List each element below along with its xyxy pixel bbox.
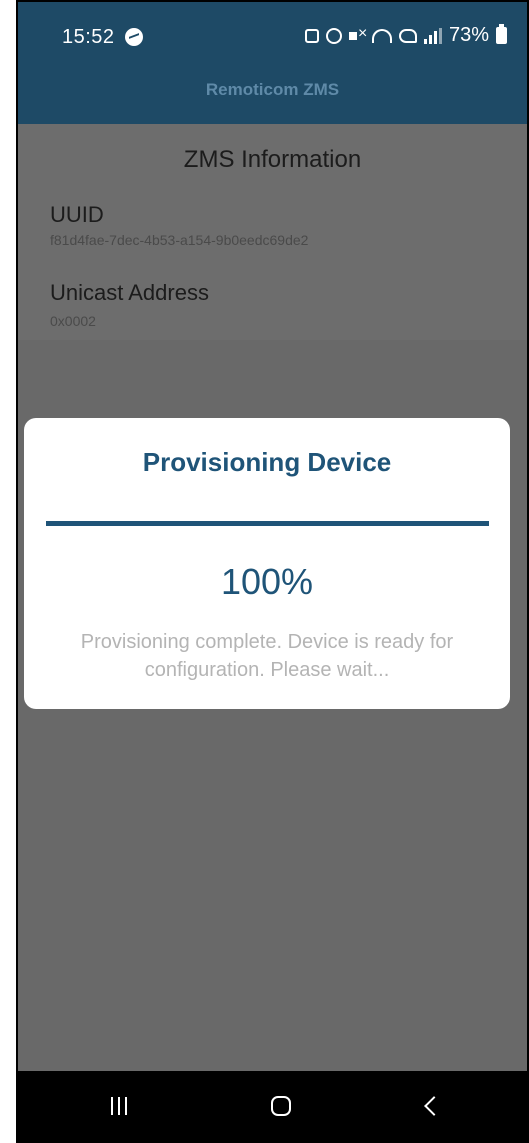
provisioning-dialog: Provisioning Device 100% Provisioning co… [24, 418, 510, 709]
status-icons: 73% [304, 24, 507, 47]
battery-percent: 73% [448, 24, 489, 46]
lock-icon [304, 28, 319, 43]
wifi-icon [371, 28, 392, 43]
volte-icon [398, 28, 417, 43]
app-header: 15:52 73% Remoticom ZMS [18, 2, 527, 124]
progress-bar [46, 521, 489, 526]
navigation-bar [18, 1071, 527, 1141]
unicast-address-value: 0x0002 [50, 313, 96, 329]
unicast-address-label: Unicast Address [50, 280, 209, 305]
progress-percent: 100% [220, 561, 314, 602]
status-bar: 15:52 73% [18, 2, 527, 72]
signal-icon [423, 27, 442, 44]
section-title: ZMS Information [183, 146, 362, 173]
info-card: ZMS Information UUID f81d4fae-7dec-4b53-… [18, 124, 527, 340]
back-icon[interactable] [424, 1096, 444, 1116]
home-icon[interactable] [271, 1096, 291, 1116]
battery-icon [496, 24, 507, 44]
mute-icon [348, 25, 367, 43]
status-time: 15:52 [62, 26, 115, 48]
messenger-icon [125, 28, 143, 46]
dialog-title: Provisioning Device [142, 447, 392, 477]
uuid-value: f81d4fae-7dec-4b53-a154-9b0eedc69de2 [50, 232, 309, 248]
dialog-message: Provisioning complete. Device is ready f… [80, 631, 454, 681]
uuid-label: UUID [50, 202, 104, 227]
alarm-icon [325, 27, 342, 44]
app-title: Remoticom ZMS [205, 80, 340, 99]
recent-apps-icon[interactable] [111, 1097, 127, 1115]
progress-fill [46, 521, 489, 526]
